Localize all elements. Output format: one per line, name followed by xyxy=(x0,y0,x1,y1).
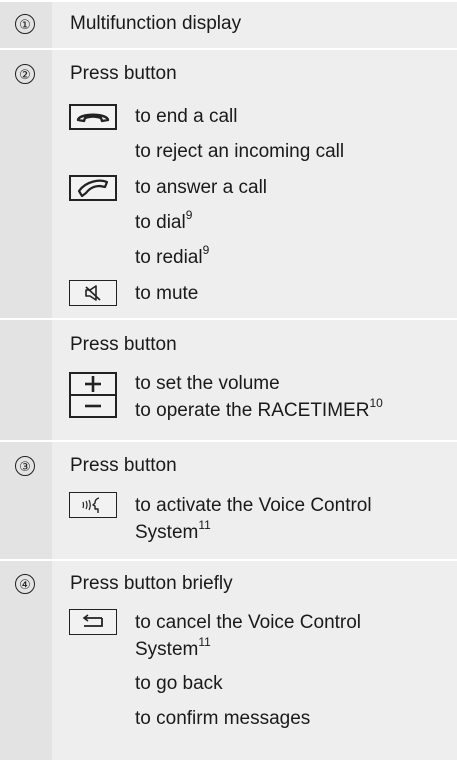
answer-call-icon xyxy=(77,179,109,198)
row-title: Press button xyxy=(70,334,177,355)
description-cell: Press button briefly to cancel the Voice… xyxy=(52,559,457,760)
minus-icon xyxy=(85,404,101,408)
action-dial: to dial9 xyxy=(135,207,193,233)
description-cell: Press button to set the volume to operat… xyxy=(52,318,457,440)
action-cancel-voice-control-cont: System11 xyxy=(135,634,211,660)
action-redial: to redial9 xyxy=(135,242,210,268)
action-reject-call: to reject an incoming call xyxy=(135,141,345,162)
action-end-call: to end a call xyxy=(135,106,238,127)
mute-icon xyxy=(85,285,101,301)
legend-row-volume: Press button to set the volume to operat… xyxy=(0,318,457,440)
action-confirm-messages: to confirm messages xyxy=(135,708,311,729)
answer-call-button xyxy=(69,175,117,201)
voice-control-icon xyxy=(82,497,100,513)
description-cell: Press button to end a call to reject an … xyxy=(52,48,457,318)
marker-2: ② xyxy=(15,64,35,84)
mute-button xyxy=(69,280,117,306)
description-cell: Press button to activate the Voice Contr… xyxy=(52,440,457,559)
footnote-ref: 10 xyxy=(369,395,383,410)
marker-cell: ③ xyxy=(0,440,52,559)
action-activate-voice-control: to activate the Voice Control xyxy=(135,495,372,516)
action-activate-voice-control-cont: System11 xyxy=(135,517,211,543)
action-cancel-voice-control: to cancel the Voice Control xyxy=(135,612,362,633)
row-title: Press button xyxy=(70,455,177,476)
marker-cell: ① xyxy=(0,0,52,48)
action-set-volume: to set the volume xyxy=(135,373,280,394)
plus-icon xyxy=(85,376,101,392)
legend-row-3: ③ Press button to activate the Voice Con… xyxy=(0,440,457,559)
legend-row-1: ① Multifunction display xyxy=(0,0,457,48)
footnote-ref: 11 xyxy=(198,634,211,649)
action-mute: to mute xyxy=(135,283,199,304)
row-title: Multifunction display xyxy=(70,13,242,34)
back-button xyxy=(69,609,117,635)
voice-control-button xyxy=(69,492,117,518)
footnote-ref: 9 xyxy=(202,242,210,257)
footnote-ref: 11 xyxy=(198,517,211,532)
description-cell: Multifunction display xyxy=(52,0,457,48)
volume-minus-button xyxy=(69,394,117,418)
marker-cell: ④ xyxy=(0,559,52,760)
action-racetimer: to operate the RACETIMER10 xyxy=(135,395,383,421)
volume-plus-button xyxy=(69,372,117,396)
marker-cell: ② xyxy=(0,48,52,318)
footnote-ref: 9 xyxy=(185,207,193,222)
marker-1: ① xyxy=(15,14,35,34)
marker-4: ④ xyxy=(15,574,35,594)
marker-3: ③ xyxy=(15,456,35,476)
back-icon xyxy=(82,614,103,627)
row-title: Press button briefly xyxy=(70,573,233,594)
action-go-back: to go back xyxy=(135,673,223,694)
end-call-button xyxy=(69,104,117,130)
marker-cell xyxy=(0,318,52,440)
controls-legend-table: ① Multifunction display ② Press button t… xyxy=(0,0,457,760)
legend-row-2: ② Press button to end a call to reject a… xyxy=(0,48,457,318)
action-answer-call: to answer a call xyxy=(135,177,268,198)
end-call-icon xyxy=(76,113,110,123)
legend-row-4: ④ Press button briefly to cancel the Voi… xyxy=(0,559,457,760)
row-title: Press button xyxy=(70,63,177,84)
